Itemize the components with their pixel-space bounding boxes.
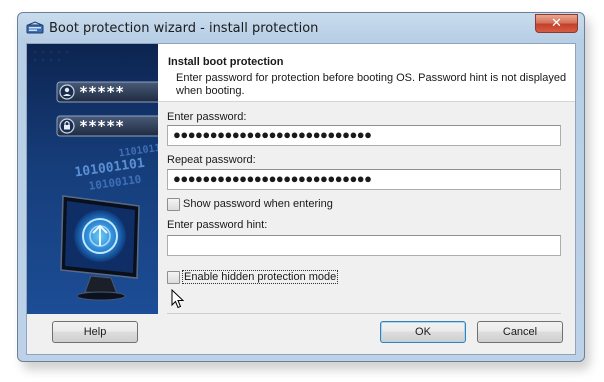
password-input[interactable]: ●●●●●●●●●●●●●●●●●●●●●●●●●●● — [167, 125, 561, 146]
wizard-window: Boot protection wizard - install protect… — [17, 12, 585, 362]
title-bar[interactable]: Boot protection wizard - install protect… — [18, 13, 584, 43]
wizard-banner: ***** ***** 101001101 10100110 1101011 — [27, 44, 158, 314]
footer-separator — [167, 313, 561, 314]
app-key-icon — [26, 21, 44, 34]
hidden-mode-checkbox[interactable] — [167, 270, 180, 284]
show-password-label[interactable]: Show password when entering — [183, 198, 333, 210]
password-hint-label: Enter password hint: — [167, 219, 268, 231]
help-button[interactable]: Help — [52, 321, 138, 343]
wizard-header: Install boot protection Enter password f… — [158, 44, 575, 102]
hidden-mode-label[interactable]: Enable hidden protection mode — [181, 270, 339, 284]
header-description: Enter password for protection before boo… — [176, 72, 567, 97]
ok-button[interactable]: OK — [380, 321, 466, 343]
window-title: Boot protection wizard - install protect… — [49, 21, 319, 36]
banner-mask-2: ***** — [79, 117, 124, 135]
password-label: Enter password: — [167, 111, 247, 123]
show-password-checkbox[interactable] — [167, 197, 180, 211]
close-button[interactable]: ✕ — [535, 14, 578, 33]
close-icon: ✕ — [551, 16, 562, 31]
header-title: Install boot protection — [168, 56, 284, 68]
hidden-mode-checkbox-row[interactable]: Enable hidden protection mode — [167, 270, 339, 284]
repeat-password-label: Repeat password: — [167, 154, 256, 166]
show-password-checkbox-row[interactable]: Show password when entering — [167, 197, 333, 211]
repeat-password-input[interactable]: ●●●●●●●●●●●●●●●●●●●●●●●●●●● — [167, 169, 561, 190]
password-hint-input[interactable] — [167, 235, 561, 256]
banner-mask-1: ***** — [79, 83, 124, 101]
cancel-button[interactable]: Cancel — [477, 321, 563, 343]
mouse-cursor-icon — [171, 289, 185, 309]
